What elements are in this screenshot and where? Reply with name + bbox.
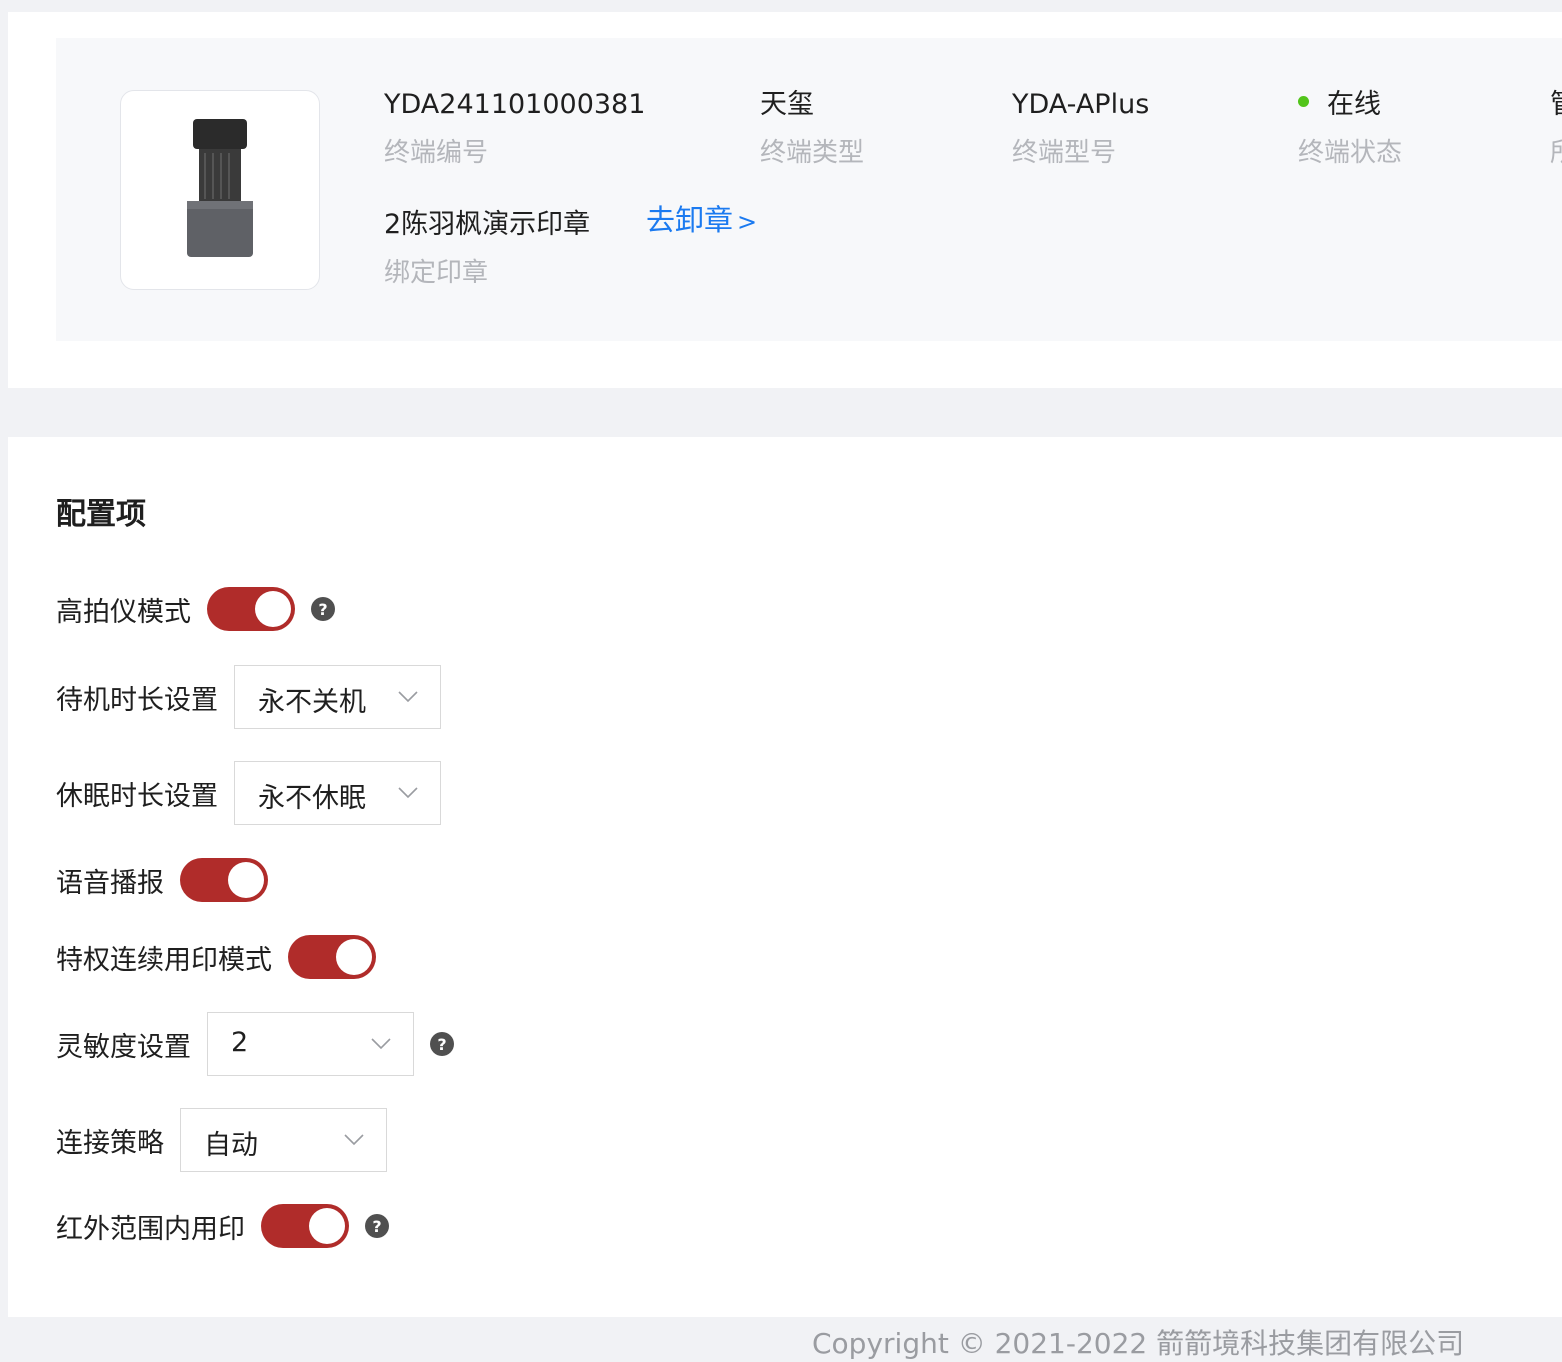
chevron-down-icon [371,1038,391,1050]
device-image [120,90,320,290]
sleep-duration-select[interactable]: 永不休眠 [234,761,441,825]
select-value: 永不关机 [258,687,366,718]
terminal-status-label: 终端状态 [1298,138,1403,168]
select-value: 2 [231,1027,249,1058]
terminal-id-label: 终端编号 [384,138,489,168]
chevron-down-icon [344,1134,364,1146]
toggle-knob [255,591,291,627]
connection-strategy-select[interactable]: 自动 [180,1108,387,1172]
config-label: 特权连续用印模式 [56,944,272,976]
help-icon[interactable]: ? [311,597,335,621]
terminal-status-value: 在线 [1327,89,1381,120]
select-value: 自动 [204,1130,258,1161]
terminal-type-value: 天玺 [760,89,814,120]
terminal-id-value: YDA241101000381 [384,89,646,120]
help-icon[interactable]: ? [430,1032,454,1056]
toggle-knob [228,862,264,898]
config-row-sleep: 休眠时长设置 永不休眠 [56,761,441,825]
standby-duration-select[interactable]: 永不关机 [234,665,441,729]
sensitivity-select[interactable]: 2 [207,1012,414,1076]
scanner-mode-toggle[interactable] [207,587,295,631]
config-label: 连接策略 [56,1127,164,1159]
config-row-scanner-mode: 高拍仪模式 ? [56,577,335,641]
bound-seal-label: 绑定印章 [384,258,489,288]
toggle-knob [336,939,372,975]
config-label: 高拍仪模式 [56,596,191,628]
online-status-dot [1298,96,1309,107]
config-row-privilege: 特权连续用印模式 [56,925,376,989]
device-info-panel: YDA241101000381 终端编号 天玺 终端类型 YDA-APlus 终… [56,38,1562,341]
select-value: 永不休眠 [258,783,366,814]
help-icon[interactable]: ? [365,1214,389,1238]
field-partial: 管 所 [1550,88,1562,170]
config-label: 红外范围内用印 [56,1213,245,1245]
unmount-seal-label: 去卸章 [646,203,734,237]
config-row-connection: 连接策略 自动 [56,1108,387,1172]
config-label: 灵敏度设置 [56,1031,191,1063]
field-terminal-model: YDA-APlus 终端型号 [1012,88,1149,170]
infrared-range-toggle[interactable] [261,1204,349,1248]
terminal-type-label: 终端类型 [760,138,865,168]
config-row-standby: 待机时长设置 永不关机 [56,665,441,729]
config-label: 休眠时长设置 [56,780,218,812]
config-label: 待机时长设置 [56,684,218,716]
device-image-icon [187,119,253,257]
terminal-model-value: YDA-APlus [1012,89,1150,120]
copyright-footer: Copyright © 2021-2022 箭箭境科技集团有限公司 [812,1327,1465,1360]
terminal-model-label: 终端型号 [1012,138,1117,168]
field-terminal-status: 在线 终端状态 [1298,88,1402,170]
config-title: 配置项 [56,497,146,532]
partial-value: 管 [1550,88,1562,122]
config-row-voice: 语音播报 [56,848,268,912]
toggle-knob [309,1208,345,1244]
chevron-right-icon: > [737,208,758,236]
privilege-continuous-toggle[interactable] [288,935,376,979]
field-terminal-id: YDA241101000381 终端编号 [384,88,645,170]
config-row-sensitivity: 灵敏度设置 2 ? [56,1012,454,1076]
chevron-down-icon [398,691,418,703]
bound-seal-value: 2陈羽枫演示印章 [384,209,591,240]
partial-label: 所 [1550,136,1562,170]
voice-broadcast-toggle[interactable] [180,858,268,902]
config-card: 配置项 高拍仪模式 ? 待机时长设置 永不关机 休眠时长设置 永不休眠 语音播报… [8,437,1562,1317]
config-row-infrared: 红外范围内用印 ? [56,1194,389,1258]
device-card: YDA241101000381 终端编号 天玺 终端类型 YDA-APlus 终… [8,12,1562,388]
field-bound-seal: 2陈羽枫演示印章 绑定印章 [384,208,590,290]
unmount-seal-link[interactable]: 去卸章 > [646,202,757,240]
config-label: 语音播报 [56,867,164,899]
chevron-down-icon [398,787,418,799]
field-terminal-type: 天玺 终端类型 [760,88,864,170]
